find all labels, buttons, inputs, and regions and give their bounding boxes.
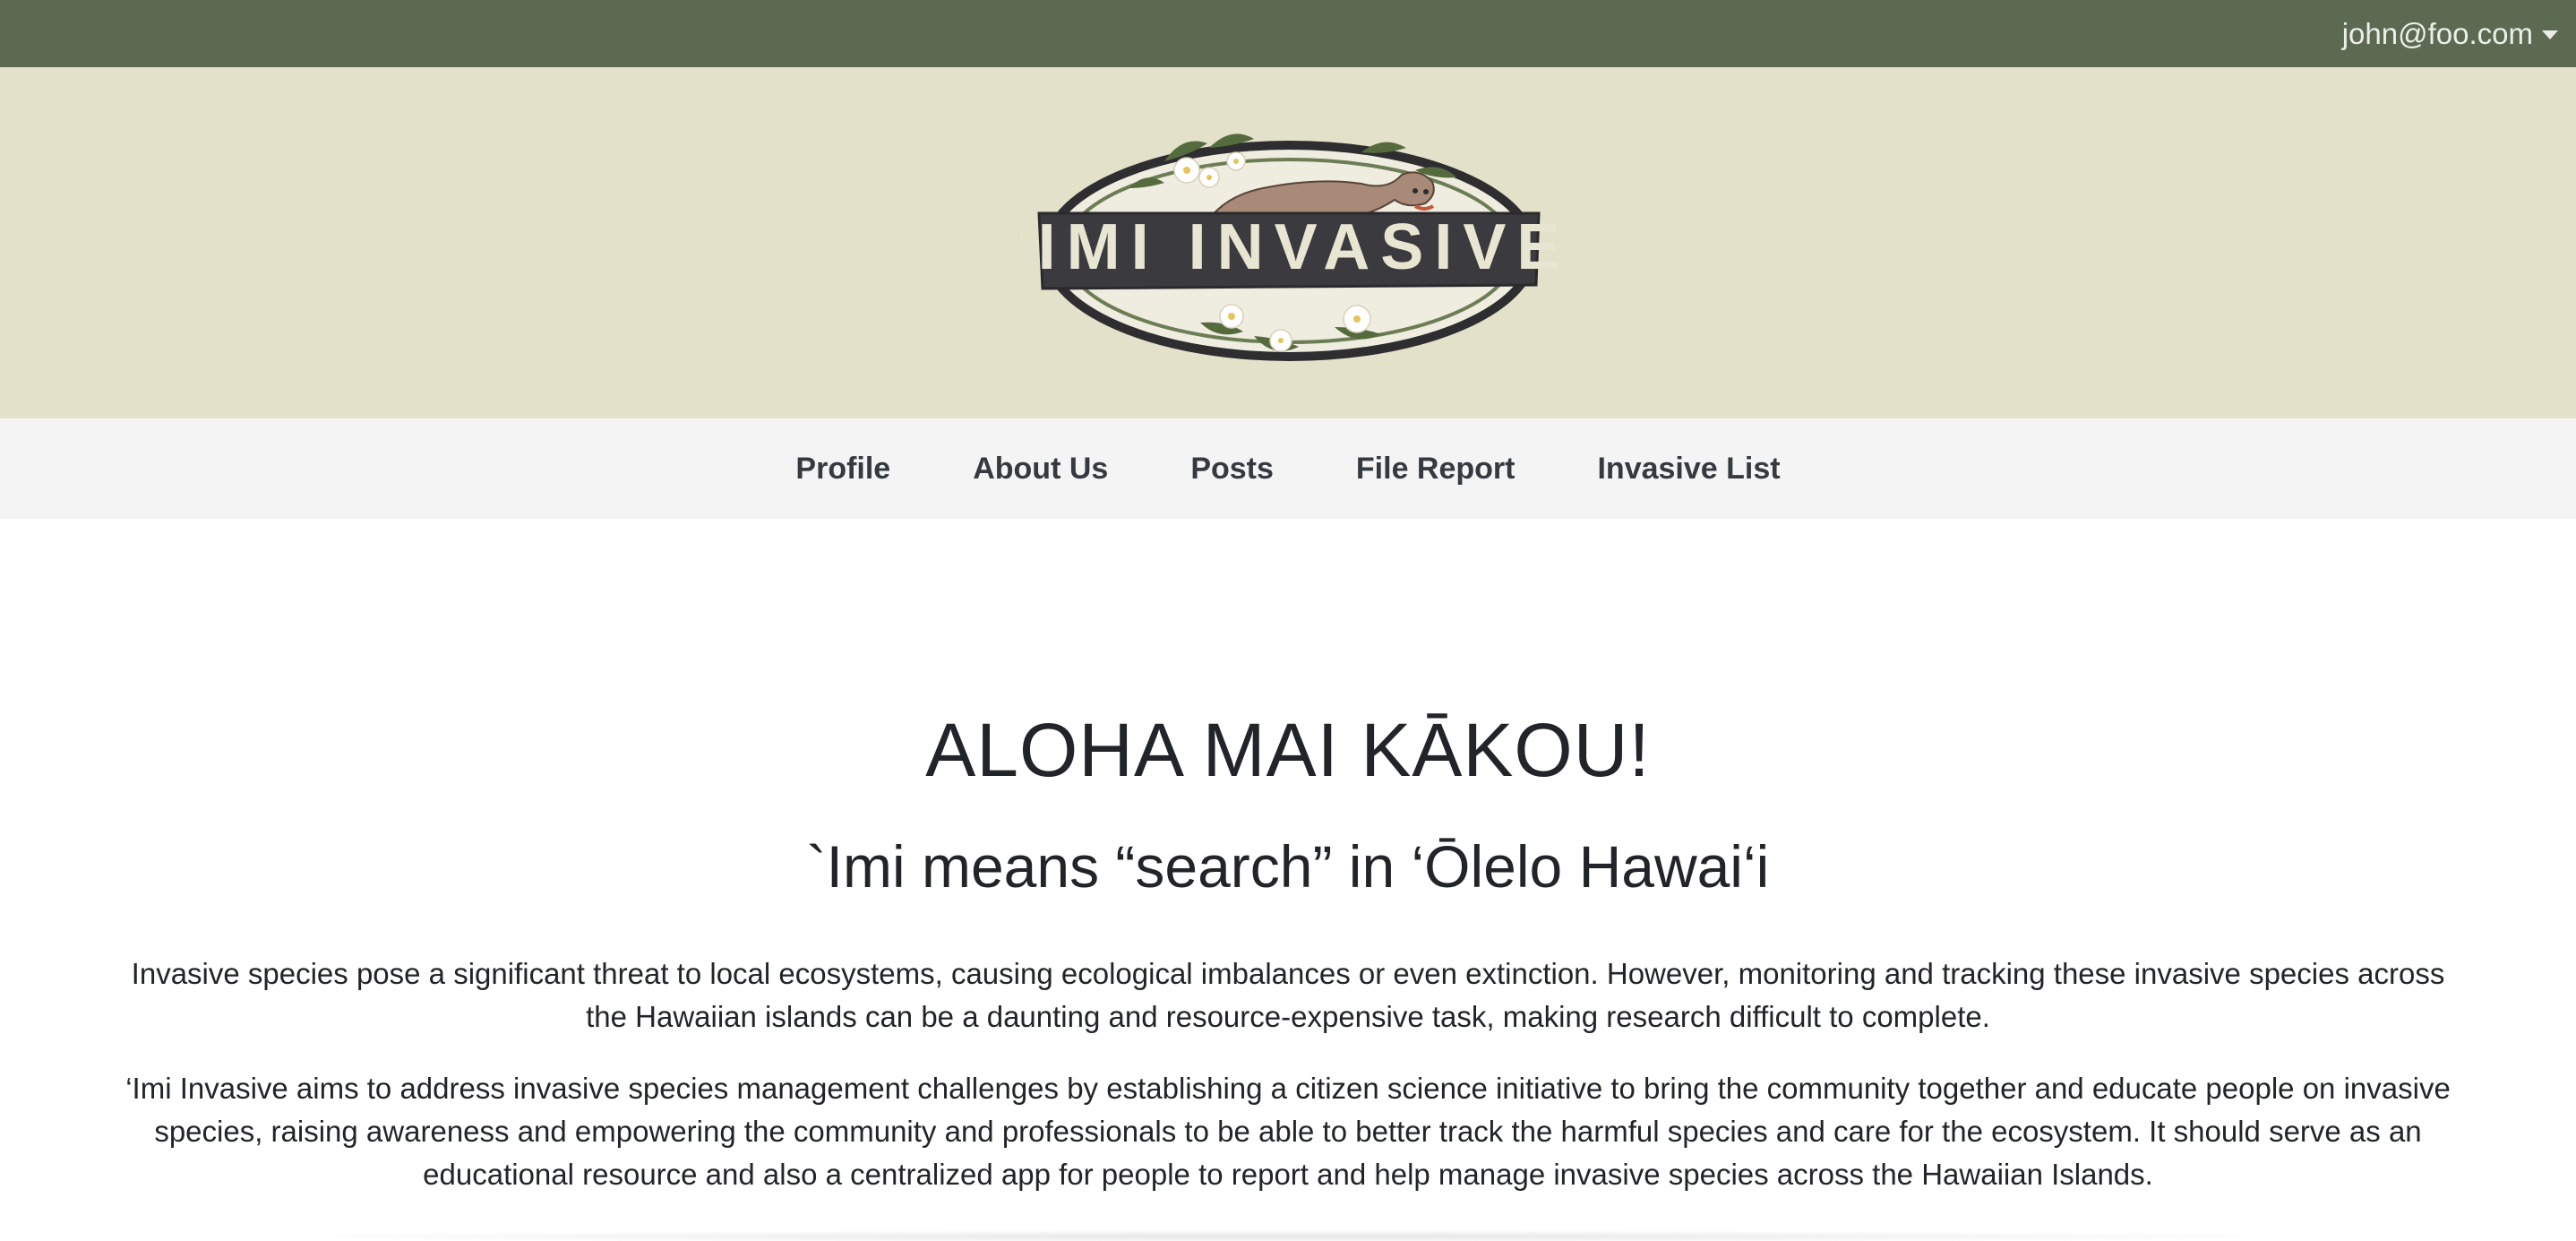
main-content: ALOHA MAI KĀKOU! `Imi means “search” in … — [0, 519, 2576, 1241]
top-bar: john@foo.com — [0, 0, 2576, 67]
nav-profile[interactable]: Profile — [795, 452, 890, 487]
page-subtitle: `Imi means “search” in ‘Ōlelo Hawai‘i — [806, 833, 1770, 900]
nav-about-us[interactable]: About Us — [973, 452, 1108, 487]
nav-posts[interactable]: Posts — [1190, 452, 1274, 487]
page-title: ALOHA MAI KĀKOU! — [925, 708, 1651, 792]
header-banner: ‘IMI INVASIVE — [0, 67, 2576, 418]
imi-invasive-logo[interactable]: ‘IMI INVASIVE — [1021, 99, 1558, 394]
logo-text: ‘IMI INVASIVE — [1021, 211, 1558, 283]
mission-paragraph: ‘Imi Invasive aims to address invasive s… — [125, 1072, 2451, 1191]
main-navigation: Profile About Us Posts File Report Invas… — [0, 418, 2576, 519]
caret-down-icon — [2542, 30, 2558, 39]
user-email: john@foo.com — [2341, 16, 2533, 50]
intro-paragraph: Invasive species pose a significant thre… — [131, 957, 2445, 1033]
nav-invasive-list[interactable]: Invasive List — [1597, 452, 1780, 487]
card-shadow-divider — [233, 1230, 2343, 1241]
nav-file-report[interactable]: File Report — [1356, 452, 1516, 487]
user-menu-dropdown[interactable]: john@foo.com — [2342, 0, 2558, 67]
